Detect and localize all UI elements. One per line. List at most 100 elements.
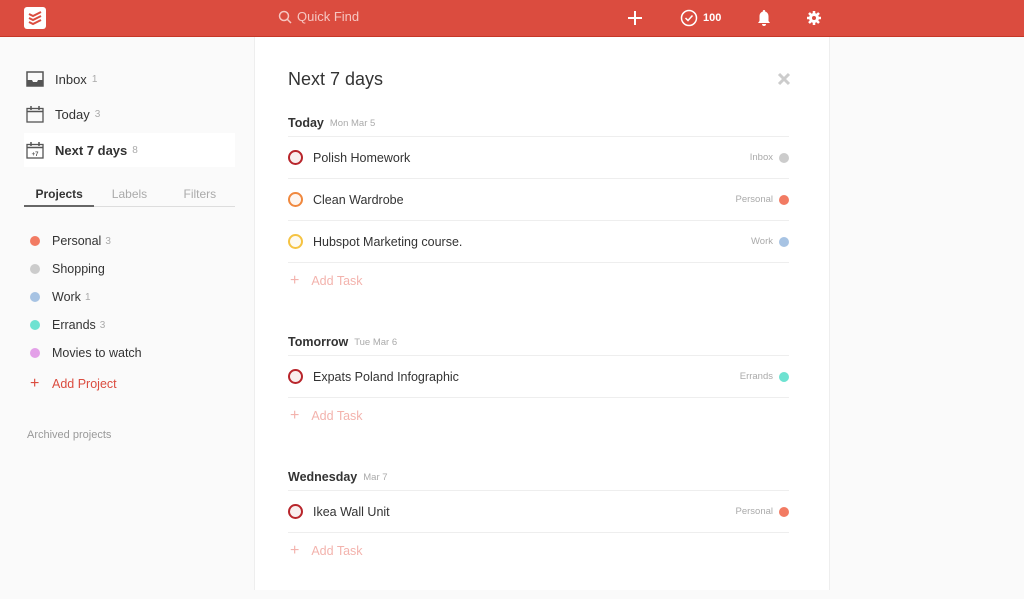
sidebar-item-count: 1: [91, 73, 98, 85]
sidebar-tabs: Projects Labels Filters: [24, 187, 235, 207]
quick-find-placeholder: Quick Find: [297, 9, 360, 24]
plus-icon: +: [290, 542, 300, 559]
task-name[interactable]: Clean Wardrobe: [313, 193, 736, 207]
project-item[interactable]: Shopping: [30, 262, 105, 276]
task-row[interactable]: Ikea Wall Unit Personal: [288, 491, 789, 533]
project-item[interactable]: Movies to watch: [30, 346, 142, 360]
karma-button[interactable]: 100: [680, 9, 721, 27]
project-color-dot: [779, 506, 789, 517]
sidebar-item-count: 3: [94, 108, 101, 120]
project-label: Personal: [52, 234, 102, 248]
task-row[interactable]: Polish Homework Inbox: [288, 137, 789, 179]
day-section: Tomorrow Tue Mar 6 Expats Poland Infograph…: [288, 329, 789, 434]
day-header: Today Mon Mar 5: [288, 110, 789, 137]
day-name: Wednesday: [288, 470, 358, 484]
project-color-dot: [779, 371, 789, 382]
main-content: Next 7 days Today Mon Mar 5 Polish Homewor…: [254, 37, 830, 590]
top-bar: Quick Find 100: [0, 0, 1024, 37]
task-name[interactable]: Ikea Wall Unit: [313, 505, 736, 519]
task-row[interactable]: Clean Wardrobe Personal: [288, 179, 789, 221]
inbox-icon: [26, 71, 44, 87]
view-options-icon[interactable]: [777, 72, 791, 86]
page-title: Next 7 days: [288, 69, 384, 89]
plus-icon: +: [30, 375, 40, 392]
project-color-dot: [779, 152, 789, 163]
day-date: Mar 7: [363, 471, 388, 483]
tab-filters[interactable]: Filters: [165, 187, 235, 206]
day-name: Today: [288, 116, 324, 130]
bell-icon[interactable]: [757, 9, 771, 32]
task-name[interactable]: Expats Poland Infographic: [313, 370, 740, 384]
add-task-button[interactable]: + Add Task: [288, 263, 789, 299]
project-color-dot: [30, 264, 40, 274]
task-checkbox[interactable]: [288, 192, 303, 207]
task-row[interactable]: Hubspot Marketing course. Work: [288, 221, 789, 263]
sidebar-item-label: Inbox: [55, 71, 87, 87]
sidebar-item-label: Today: [55, 106, 90, 122]
project-item[interactable]: Personal 3: [30, 234, 111, 248]
add-task-label: Add Task: [311, 274, 363, 288]
task-checkbox[interactable]: [288, 234, 303, 249]
day-header: Tomorrow Tue Mar 6: [288, 329, 789, 356]
task-name[interactable]: Polish Homework: [313, 151, 750, 165]
project-count: 3: [105, 235, 111, 247]
task-checkbox[interactable]: [288, 504, 303, 519]
day-name: Tomorrow: [288, 335, 349, 349]
task-checkbox[interactable]: [288, 369, 303, 384]
plus-icon: +: [290, 407, 300, 424]
task-project: Personal: [735, 194, 774, 205]
search-icon: [278, 10, 292, 24]
archived-projects-link[interactable]: Archived projects: [27, 429, 111, 441]
task-checkbox[interactable]: [288, 150, 303, 165]
project-count: 1: [84, 291, 91, 303]
project-label: Errands: [52, 318, 96, 332]
calendar-icon: [26, 105, 44, 123]
sidebar-item-label: Next 7 days: [55, 142, 128, 158]
project-item[interactable]: Work 1: [30, 290, 91, 304]
quick-find-input[interactable]: Quick Find: [278, 9, 359, 24]
project-label: Movies to watch: [52, 346, 142, 360]
day-date: Mon Mar 5: [329, 117, 376, 129]
day-header: Wednesday Mar 7: [288, 464, 789, 491]
add-task-button[interactable]: + Add Task: [288, 533, 789, 569]
karma-count: 100: [703, 12, 722, 24]
project-label: Shopping: [52, 262, 105, 276]
day-date: Tue Mar 6: [354, 336, 398, 348]
plus-icon: +: [290, 272, 300, 289]
task-project: Personal: [735, 506, 774, 517]
project-color-dot: [30, 348, 40, 358]
check-circle-icon: [680, 9, 698, 27]
tab-projects[interactable]: Projects: [24, 187, 95, 207]
add-task-button[interactable]: + Add Task: [288, 398, 789, 434]
calendar-plus7-icon: +7: [26, 141, 44, 159]
sidebar-item-inbox[interactable]: Inbox 1: [24, 62, 235, 96]
task-list: Today Mon Mar 5 Polish Homework Inbox Clean …: [288, 110, 789, 599]
sidebar-item-next-7-days[interactable]: +7 Next 7 days 8: [24, 133, 235, 167]
project-label: Work: [52, 290, 81, 304]
task-name[interactable]: Hubspot Marketing course.: [313, 235, 751, 249]
project-item[interactable]: Errands 3: [30, 318, 105, 332]
add-project-button[interactable]: + Add Project: [30, 375, 117, 393]
project-count: 3: [99, 319, 106, 331]
day-section: Today Mon Mar 5 Polish Homework Inbox Clean …: [288, 110, 789, 299]
tab-labels[interactable]: Labels: [94, 187, 164, 206]
project-color-dot: [30, 236, 40, 246]
project-color-dot: [30, 292, 40, 302]
sidebar: Inbox 1 Today 3 +7 Next 7 days 8 Projects L…: [0, 37, 254, 590]
gear-icon[interactable]: [806, 9, 822, 32]
project-color-dot: [779, 194, 789, 205]
project-color-dot: [30, 320, 40, 330]
project-color-dot: [779, 236, 789, 247]
sidebar-item-today[interactable]: Today 3: [24, 97, 235, 131]
sidebar-item-count: 8: [132, 144, 138, 156]
task-project: Inbox: [749, 152, 773, 163]
task-row[interactable]: Expats Poland Infographic Errands: [288, 356, 789, 398]
logo-icon[interactable]: [24, 7, 46, 29]
add-task-label: Add Task: [311, 409, 363, 423]
add-task-label: Add Task: [311, 544, 363, 558]
task-project: Work: [751, 236, 773, 247]
task-project: Errands: [739, 371, 773, 382]
add-task-plus-icon[interactable]: [627, 9, 643, 32]
add-project-label: Add Project: [52, 377, 117, 391]
day-section: Wednesday Mar 7 Ikea Wall Unit Personal + Add…: [288, 464, 789, 569]
